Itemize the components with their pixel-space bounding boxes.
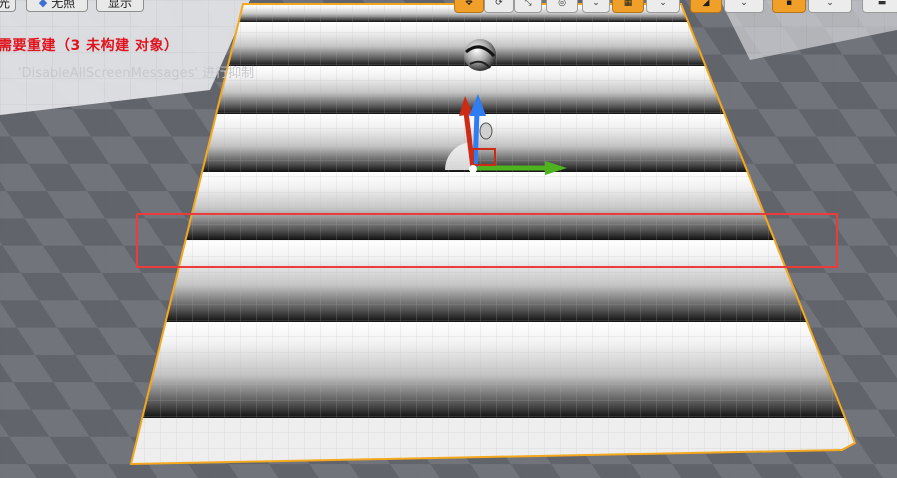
surface-snap[interactable]: ⌄ — [582, 0, 610, 13]
suppress-hint: 'DisableAllScreenMessages' 进行抑制 — [18, 66, 255, 81]
rebuild-warning: 需要重建（3 未构建 对象） — [0, 38, 179, 54]
show-button[interactable]: 显示 — [96, 0, 144, 12]
rotation-snap-toggle-icon: ◢ — [702, 0, 710, 8]
rotation-snap-value-icon: ⌄ — [740, 0, 748, 8]
unlit-label: 无照 — [51, 0, 76, 10]
rotate-tool-icon: ⟳ — [495, 0, 503, 8]
grid-snap-toggle-icon: ▦ — [623, 0, 633, 8]
rotation-snap-value[interactable]: ⌄ — [724, 0, 764, 13]
scale-snap-toggle-icon: ▪ — [785, 0, 793, 8]
world-local-toggle[interactable]: ◎ — [546, 0, 578, 13]
scale-tool[interactable]: ⤡ — [514, 0, 542, 13]
translate-tool-icon: ✥ — [465, 0, 473, 8]
scale-snap-value-icon: ⌄ — [826, 0, 834, 8]
grid-snap-value-icon: ⌄ — [659, 0, 667, 8]
scale-snap-value[interactable]: ⌄ — [808, 0, 852, 13]
camera-speed-icon: ▬ — [877, 0, 887, 8]
lit-mode-button[interactable]: 光 — [0, 0, 16, 12]
surface-snap-icon: ⌄ — [592, 0, 600, 8]
unlit-mode-button[interactable]: ◆ 无照 — [26, 0, 88, 12]
scale-tool-icon: ⤡ — [524, 0, 532, 8]
scale-snap-toggle[interactable]: ▪ — [772, 0, 806, 13]
camera-speed[interactable]: ▬ — [862, 0, 897, 13]
highlight-box — [136, 213, 838, 268]
sphere-actor[interactable] — [464, 39, 496, 71]
view-mode-label: 光 — [0, 0, 11, 10]
cube-icon: ◆ — [38, 0, 48, 9]
rotation-snap-toggle[interactable]: ◢ — [690, 0, 722, 13]
world-local-toggle-icon: ◎ — [558, 0, 566, 8]
show-label: 显示 — [107, 0, 132, 10]
grid-snap-value[interactable]: ⌄ — [646, 0, 680, 13]
rotate-tool[interactable]: ⟳ — [484, 0, 514, 13]
translate-tool[interactable]: ✥ — [454, 0, 484, 13]
grid-snap-toggle[interactable]: ▦ — [612, 0, 644, 13]
